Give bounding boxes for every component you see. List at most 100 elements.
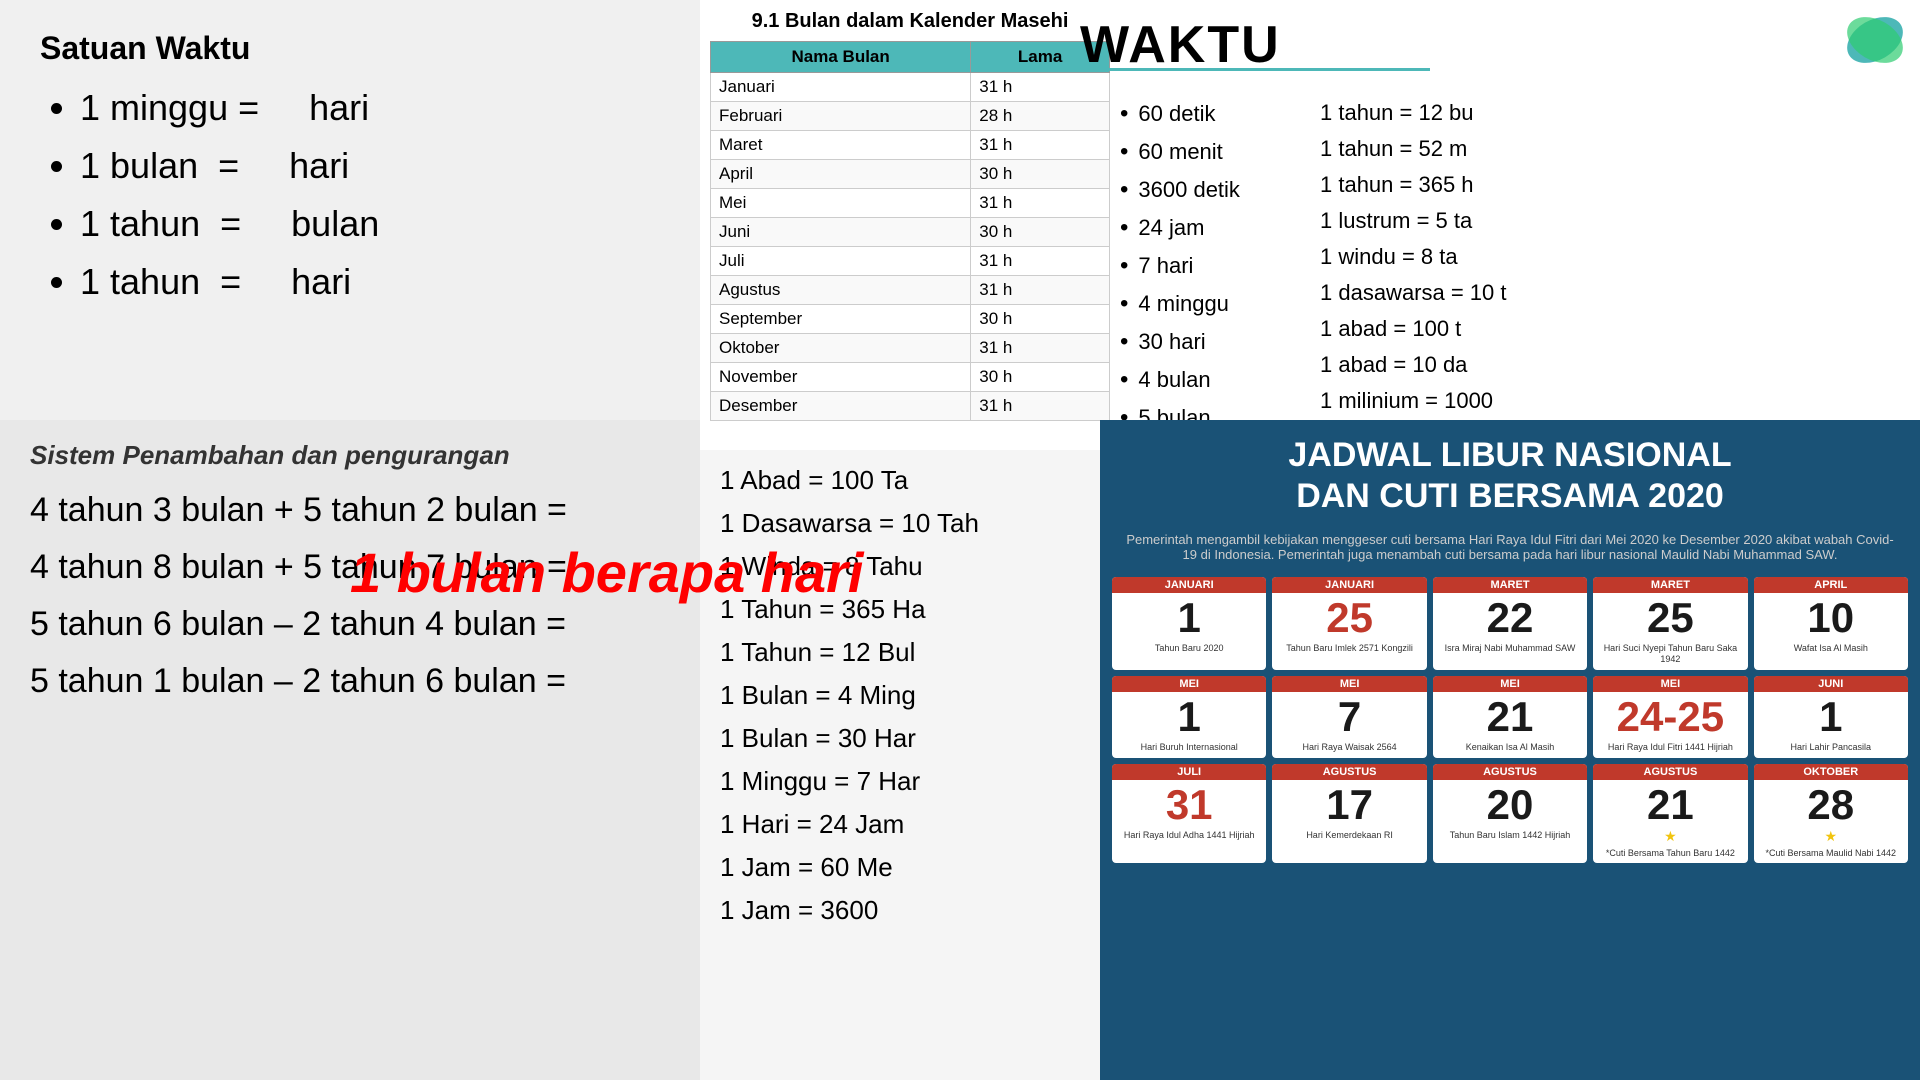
bullet-text: 60 detik (1138, 101, 1215, 127)
satuan-waktu-title: Satuan Waktu (40, 30, 660, 67)
equiv-row: 1 tahun = 365 h (1320, 172, 1920, 198)
conversion-row: 1 Hari = 24 Jam (720, 809, 1100, 840)
equation-3: 5 tahun 6 bulan – 2 tahun 4 bulan = (30, 605, 670, 644)
cal-month-label: MEI (1433, 676, 1587, 692)
calendar-item: AGUSTUS 17 Hari Kemerdekaan RI (1272, 764, 1426, 864)
month-days: 31 h (971, 276, 1110, 305)
jadwal-panel: JADWAL LIBUR NASIONAL DAN CUTI BERSAMA 2… (1100, 420, 1920, 1080)
conversion-row: 1 Bulan = 30 Har (720, 723, 1100, 754)
conversion-row: 1 Abad = 100 Ta (720, 465, 1100, 496)
cal-day-num: 22 (1433, 593, 1587, 641)
equiv-row: 1 windu = 8 ta (1320, 244, 1920, 270)
month-name: Juni (711, 218, 971, 247)
cal-day-num: 21 (1593, 780, 1747, 828)
conversion-row: 1 Jam = 60 Me (720, 852, 1100, 883)
month-name: Agustus (711, 276, 971, 305)
satuan-waktu-panel: Satuan Waktu 1 minggu = hari 1 bulan = h… (0, 0, 700, 420)
cal-day-num: 1 (1112, 593, 1266, 641)
table-row: November30 h (711, 363, 1110, 392)
table-row: Juni30 h (711, 218, 1110, 247)
cal-day-num: 31 (1112, 780, 1266, 828)
cal-day-num: 17 (1272, 780, 1426, 828)
month-days: 30 h (971, 160, 1110, 189)
cal-month-label: AGUSTUS (1593, 764, 1747, 780)
cal-day-num: 25 (1272, 593, 1426, 641)
bullet-dot: • (1120, 328, 1128, 356)
jadwal-desc: Pemerintah mengambil kebijakan menggeser… (1100, 527, 1920, 567)
conversion-row: 1 Dasawarsa = 10 Tah (720, 508, 1100, 539)
cal-month-label: OKTOBER (1754, 764, 1908, 780)
cal-month-label: JUNI (1754, 676, 1908, 692)
col-nama-bulan: Nama Bulan (711, 42, 971, 73)
cal-month-label: APRIL (1754, 577, 1908, 593)
table-row: Oktober31 h (711, 334, 1110, 363)
month-days: 31 h (971, 189, 1110, 218)
table-row: Maret31 h (711, 131, 1110, 160)
bullet-dot: • (1120, 138, 1128, 166)
cal-day-num: 25 (1593, 593, 1747, 641)
month-name: Oktober (711, 334, 971, 363)
month-name: Mei (711, 189, 971, 218)
bullet-text: 30 hari (1138, 329, 1205, 355)
bullet-dot: • (1120, 252, 1128, 280)
calendar-item: MEI 7 Hari Raya Waisak 2564 (1272, 676, 1426, 758)
calendar-item: MARET 22 Isra Miraj Nabi Muhammad SAW (1433, 577, 1587, 670)
calendar-item: MARET 25 Hari Suci Nyepi Tahun Baru Saka… (1593, 577, 1747, 670)
cal-day-desc: Hari Suci Nyepi Tahun Baru Saka 1942 (1593, 641, 1747, 670)
cal-month-label: MEI (1272, 676, 1426, 692)
cal-month-label: MEI (1593, 676, 1747, 692)
table-title: 9.1 Bulan dalam Kalender Masehi (710, 10, 1110, 33)
month-table-container: 9.1 Bulan dalam Kalender Masehi Nama Bul… (700, 0, 1120, 450)
bullet-dot: • (1120, 214, 1128, 242)
cal-month-label: JULI (1112, 764, 1266, 780)
equiv-row: 1 dasawarsa = 10 t (1320, 280, 1920, 306)
cal-day-num: 28 (1754, 780, 1908, 828)
cal-day-desc: Hari Lahir Pancasila (1754, 740, 1908, 758)
conversion-row: 1 Bulan = 4 Ming (720, 680, 1100, 711)
cal-day-desc: *Cuti Bersama Tahun Baru 1442 (1593, 846, 1747, 864)
cal-month-label: AGUSTUS (1272, 764, 1426, 780)
table-row: Januari31 h (711, 73, 1110, 102)
waktu-heading: WAKTU (1080, 15, 1281, 75)
month-name: November (711, 363, 971, 392)
equiv-row: 1 milinium = 1000 (1320, 388, 1920, 414)
cal-day-num: 20 (1433, 780, 1587, 828)
table-row: September30 h (711, 305, 1110, 334)
table-row: Juli31 h (711, 247, 1110, 276)
month-name: Maret (711, 131, 971, 160)
cal-day-num: 10 (1754, 593, 1908, 641)
month-name: September (711, 305, 971, 334)
list-item: 1 minggu = hari (80, 87, 660, 129)
table-row: Desember31 h (711, 392, 1110, 421)
month-days: 31 h (971, 73, 1110, 102)
calendar-item: OKTOBER 28 ★ *Cuti Bersama Maulid Nabi 1… (1754, 764, 1908, 864)
month-days: 31 h (971, 334, 1110, 363)
equation-1: 4 tahun 3 bulan + 5 tahun 2 bulan = (30, 491, 670, 530)
cal-day-num: 1 (1754, 692, 1908, 740)
overlay-text-container: 1 bulan berapa hari (350, 540, 864, 605)
month-days: 31 h (971, 247, 1110, 276)
jadwal-title: JADWAL LIBUR NASIONAL DAN CUTI BERSAMA 2… (1120, 435, 1900, 517)
bullet-text: 7 hari (1138, 253, 1193, 279)
cal-day-num: 24-25 (1593, 692, 1747, 740)
calendar-item: MEI 24-25 Hari Raya Idul Fitri 1441 Hijr… (1593, 676, 1747, 758)
month-days: 31 h (971, 392, 1110, 421)
equiv-row: 1 lustrum = 5 ta (1320, 208, 1920, 234)
bullet-text: 4 bulan (1138, 367, 1210, 393)
bottom-left-panel: Sistem Penambahan dan pengurangan 4 tahu… (0, 420, 700, 1080)
cal-day-desc: Tahun Baru 2020 (1112, 641, 1266, 659)
overlay-red-text: 1 bulan berapa hari (350, 541, 864, 604)
calendar-item: JULI 31 Hari Raya Idul Adha 1441 Hijriah (1112, 764, 1266, 864)
cal-day-desc: *Cuti Bersama Maulid Nabi 1442 (1754, 846, 1908, 864)
cal-day-desc: Hari Raya Idul Adha 1441 Hijriah (1112, 828, 1266, 846)
penambahan-title: Sistem Penambahan dan pengurangan (30, 440, 670, 471)
table-row: Mei31 h (711, 189, 1110, 218)
satuan-waktu-list: 1 minggu = hari 1 bulan = hari 1 tahun =… (40, 87, 660, 303)
star-icon: ★ (1664, 828, 1677, 844)
month-name: Januari (711, 73, 971, 102)
cal-day-desc: Tahun Baru Imlek 2571 Kongzili (1272, 641, 1426, 659)
bullet-text: 60 menit (1138, 139, 1222, 165)
table-row: April30 h (711, 160, 1110, 189)
bullet-dot: • (1120, 366, 1128, 394)
list-item: 1 bulan = hari (80, 145, 660, 187)
